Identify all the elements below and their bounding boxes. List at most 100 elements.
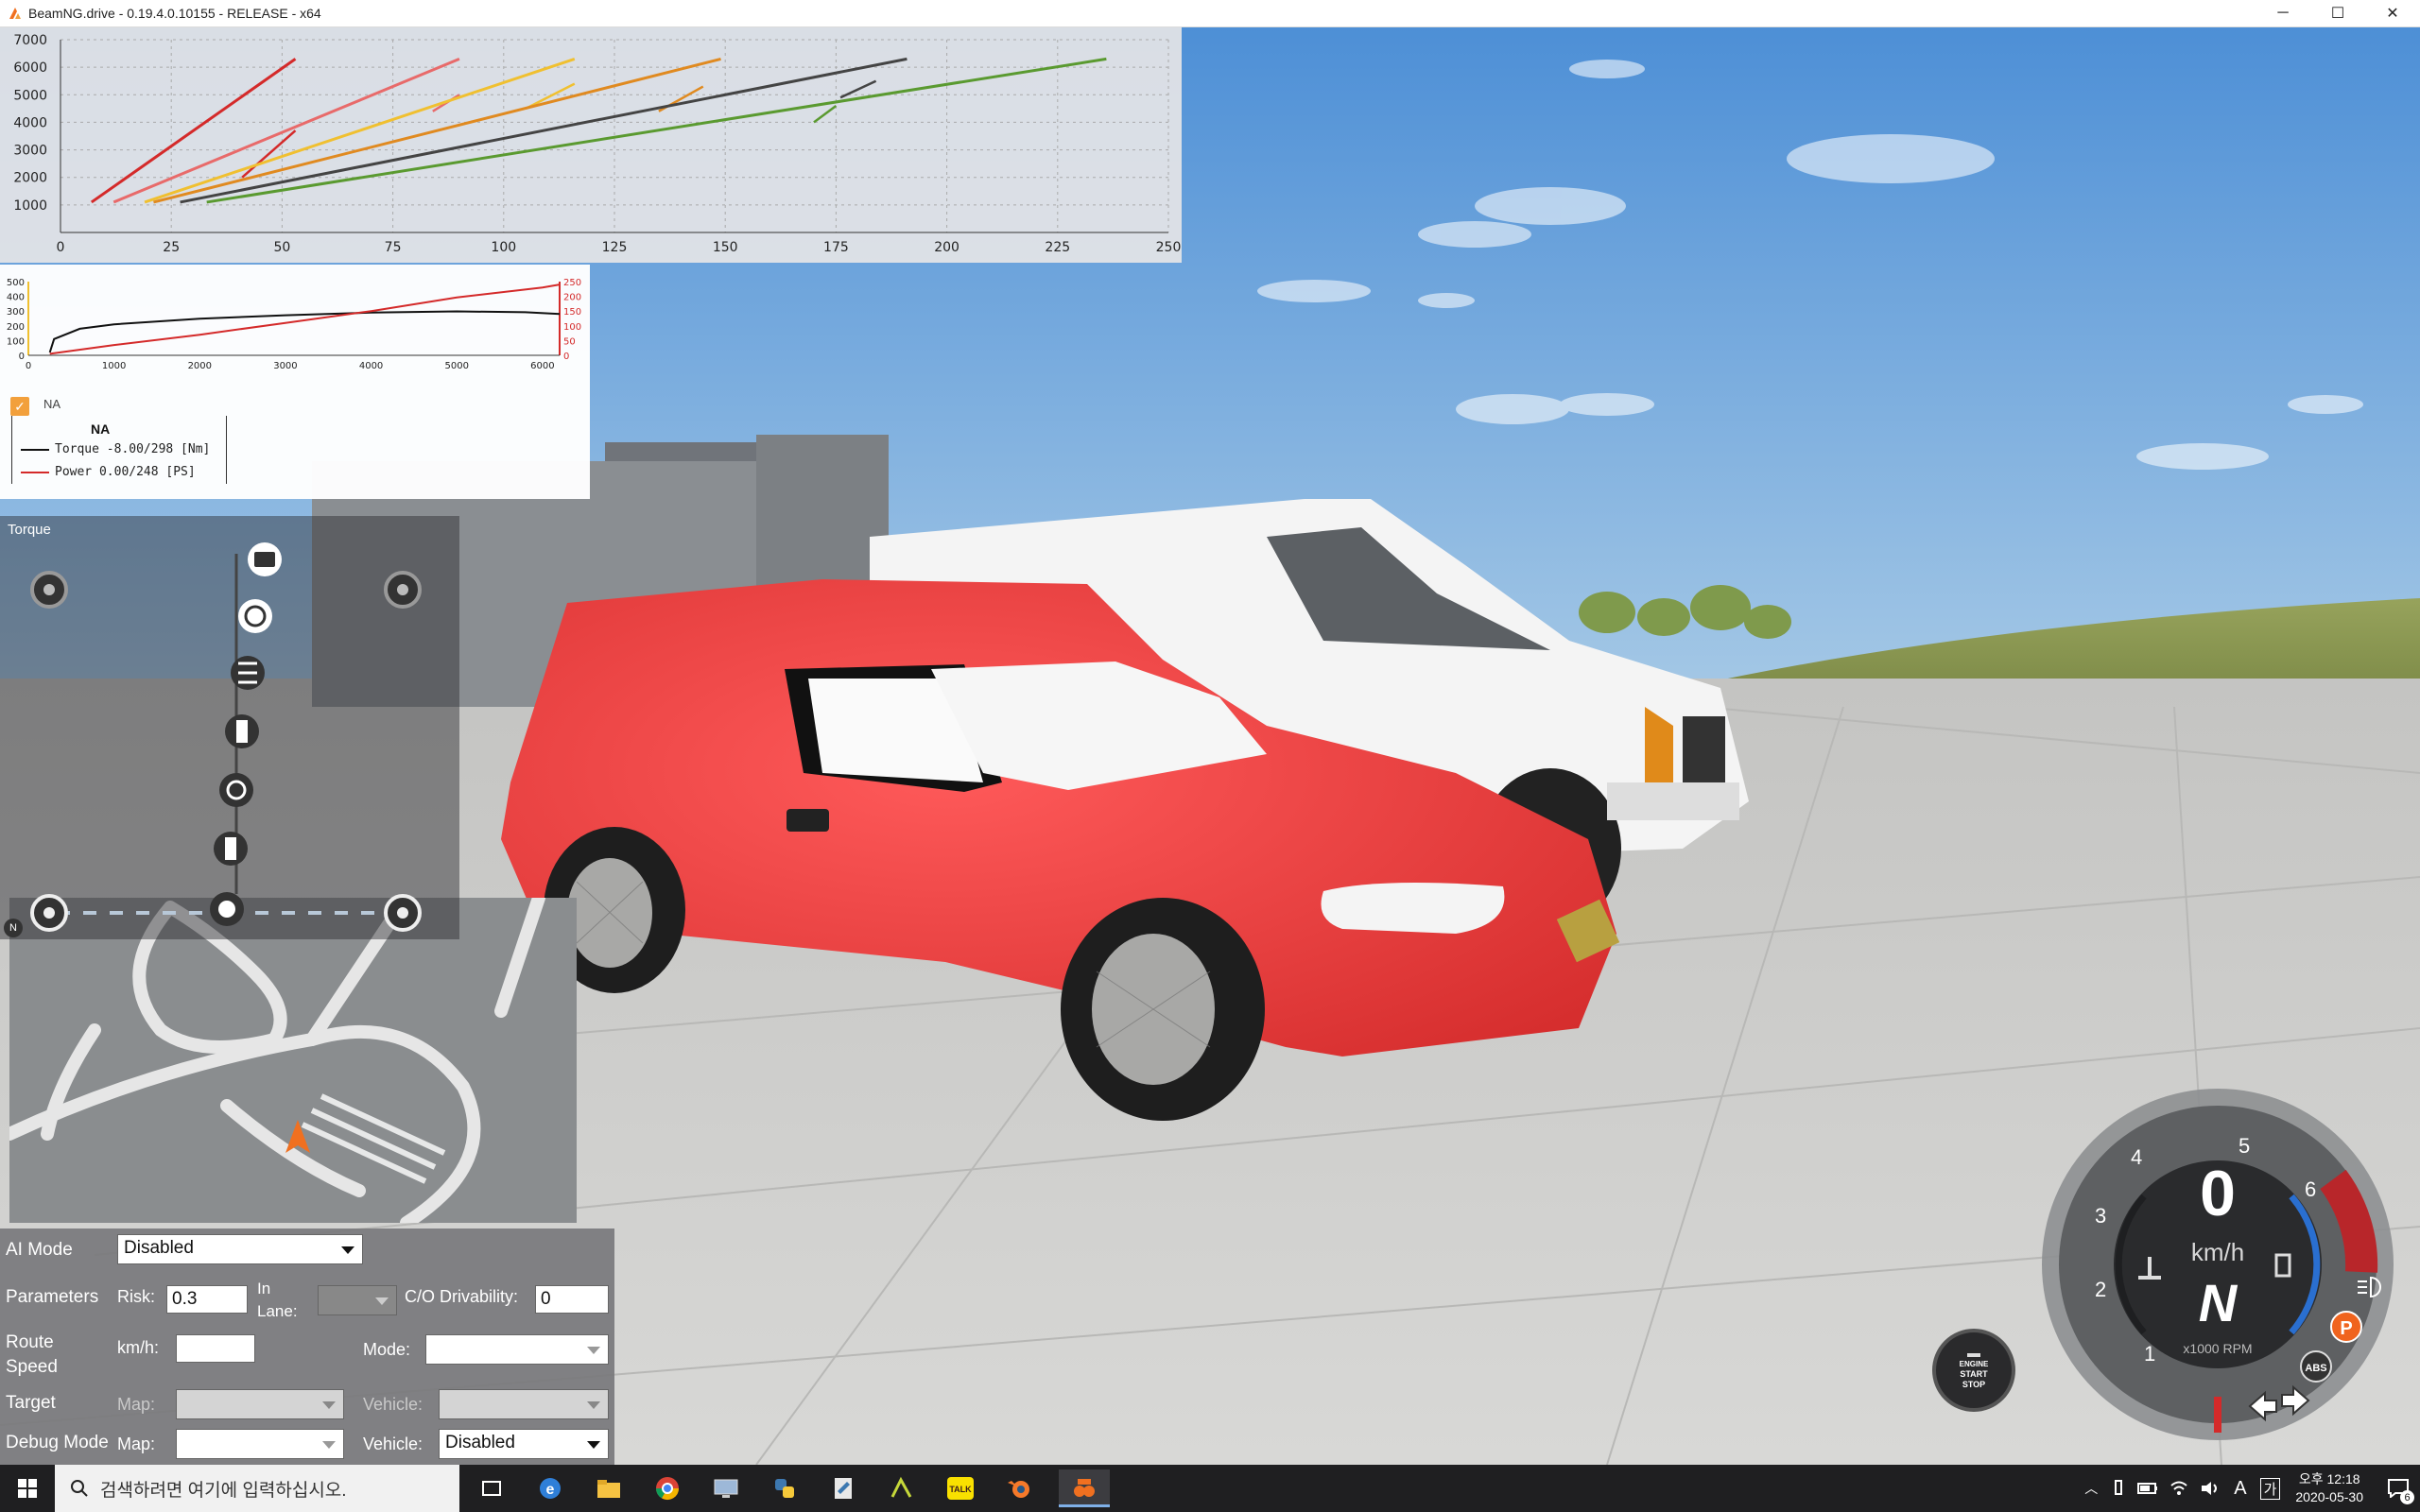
- minimap[interactable]: [9, 898, 577, 1223]
- close-button[interactable]: ✕: [2365, 0, 2420, 26]
- language-indicator[interactable]: 가: [2259, 1477, 2281, 1500]
- x-tick-label: 250: [1156, 240, 1182, 255]
- system-tray: ︿ A 가 오후 12:18 2020-05-30 6: [2077, 1465, 2420, 1512]
- chevron-down-icon: [587, 1441, 600, 1449]
- torque-power-chart: 0 1000 2000 3000 4000 5000 6000500400300200100…: [7, 278, 581, 371]
- minimap-roads: [9, 898, 545, 1223]
- gauge-dial: 1 2 3 4 5 6 0 km/h N x1000 RPM P ABS: [2042, 1089, 2394, 1440]
- torque-legend-text: Torque -8.00/298 [Nm]: [55, 442, 211, 456]
- drivetrain-torque-panel: [0, 516, 459, 939]
- display-app-icon[interactable]: [707, 1469, 745, 1507]
- volume-icon[interactable]: [2200, 1480, 2221, 1497]
- taskbar-clock[interactable]: 오후 12:18 2020-05-30: [2295, 1470, 2363, 1506]
- ai-mode-value: Disabled: [124, 1238, 194, 1258]
- graph-app-icon[interactable]: [883, 1469, 921, 1507]
- x-tick-label: 50: [273, 240, 290, 255]
- rpm-unit: x1000 RPM: [2183, 1341, 2252, 1356]
- driveshaft-icon: [236, 720, 248, 743]
- gear-3-shift-marker: [525, 82, 576, 110]
- na-checkbox[interactable]: ✓: [10, 397, 29, 416]
- ai-control-panel: AI Mode Disabled Parameters Risk: In Lan…: [0, 1228, 614, 1465]
- x-tick-label: 4000: [359, 361, 383, 371]
- search-icon: [71, 1480, 88, 1497]
- target-vehicle-select: [439, 1389, 609, 1419]
- y-tick-label: 7000: [13, 33, 47, 48]
- battery-icon[interactable]: [2137, 1482, 2158, 1495]
- speed-unit: km/h: [2191, 1238, 2244, 1266]
- script-editor-icon[interactable]: [824, 1469, 862, 1507]
- file-explorer-icon[interactable]: [590, 1469, 628, 1507]
- chevron-down-icon: [322, 1401, 336, 1409]
- gear-rpm-chart: 0 25 50 75 100 125 150 175 200 225 250 7000 6000 5000…: [13, 33, 1182, 255]
- y-left-tick-label: 200: [7, 322, 25, 333]
- clock-date: 2020-05-30: [2295, 1489, 2363, 1504]
- in-lane-label-2: Lane:: [257, 1302, 298, 1320]
- search-placeholder: 검색하려면 여기에 입력하십시오.: [100, 1480, 347, 1501]
- ime-mode-indicator[interactable]: A: [2234, 1478, 2246, 1500]
- ai-mode-select[interactable]: Disabled: [117, 1234, 363, 1264]
- co-drivability-input[interactable]: [535, 1285, 609, 1314]
- y-tick-label: 3000: [13, 144, 47, 159]
- gear-6-line: [206, 57, 1107, 204]
- mode-label: Mode:: [363, 1340, 411, 1359]
- chevron-down-icon: [375, 1297, 389, 1305]
- speed-value: 0: [2200, 1158, 2236, 1229]
- task-view-icon[interactable]: [473, 1469, 510, 1507]
- start-button[interactable]: [0, 1465, 55, 1512]
- rear-diff-icon: [218, 901, 235, 918]
- notification-center-button[interactable]: 6: [2377, 1465, 2420, 1512]
- wheel-fr-icon: [384, 571, 422, 609]
- usb-icon[interactable]: [2111, 1479, 2126, 1498]
- chevron-down-icon: [587, 1401, 600, 1409]
- x-tick-label: 5000: [444, 361, 468, 371]
- gear-4-line: [153, 57, 721, 204]
- gear-indicator: N: [2199, 1273, 2238, 1332]
- debug-map-select[interactable]: [176, 1429, 344, 1459]
- wifi-icon[interactable]: [2169, 1480, 2188, 1497]
- gear-1-line: [90, 58, 297, 204]
- y-left-tick-label: 400: [7, 293, 25, 303]
- na-checkbox-label: NA: [43, 397, 61, 411]
- debug-map-label: Map:: [117, 1435, 156, 1453]
- power-legend-text: Power 0.00/248 [PS]: [55, 465, 196, 479]
- co-drivability-label: C/O Drivability:: [405, 1287, 519, 1306]
- y-right-tick-label: 50: [563, 336, 576, 347]
- legend-power: Power 0.00/248 [PS]: [21, 465, 196, 479]
- power-swatch: [21, 471, 49, 473]
- chevron-up-icon[interactable]: ︿: [2084, 1479, 2098, 1498]
- window-title-bar: BeamNG.drive - 0.19.4.0.10155 - RELEASE …: [0, 0, 2420, 27]
- target-vehicle-label: Vehicle:: [363, 1395, 424, 1414]
- minimize-button[interactable]: ─: [2256, 0, 2310, 26]
- y-right-tick-label: 100: [563, 322, 581, 333]
- x-tick-label: 0: [57, 240, 65, 255]
- risk-input[interactable]: [166, 1285, 248, 1314]
- wheel-icons: [30, 571, 422, 932]
- taskbar-search-box[interactable]: 검색하려면 여기에 입력하십시오.: [55, 1465, 459, 1512]
- target-map-label: Map:: [117, 1395, 156, 1414]
- y-tick-label: 4000: [13, 115, 47, 130]
- beamng-taskbar-icon[interactable]: [1059, 1469, 1110, 1507]
- kakaotalk-icon[interactable]: TALK: [942, 1469, 979, 1507]
- speed-rpm-gauge: 1 2 3 4 5 6 0 km/h N x1000 RPM P ABS: [2038, 1085, 2397, 1444]
- python-icon[interactable]: [766, 1469, 804, 1507]
- engine-start-stop-button[interactable]: ENGINE START STOP: [1932, 1329, 2015, 1412]
- chrome-icon[interactable]: [648, 1469, 686, 1507]
- route-speed-input[interactable]: [176, 1334, 255, 1363]
- blender-icon[interactable]: [1000, 1469, 1038, 1507]
- clock-time: 오후 12:18: [2298, 1471, 2360, 1486]
- route-mode-select[interactable]: [425, 1334, 609, 1365]
- beamng-logo-icon: [9, 8, 21, 19]
- in-lane-select[interactable]: [318, 1285, 397, 1315]
- target-label: Target: [6, 1393, 56, 1413]
- x-tick-label: 125: [602, 240, 628, 255]
- edge-browser-icon[interactable]: e: [531, 1469, 569, 1507]
- ai-mode-label: AI Mode: [6, 1240, 73, 1260]
- power-curve: [49, 284, 561, 355]
- debug-mode-label: Debug Mode: [6, 1433, 109, 1452]
- parking-brake-label: P: [2340, 1318, 2352, 1339]
- x-tick-label: 200: [934, 240, 959, 255]
- y-tick-label: 5000: [13, 88, 47, 103]
- x-tick-label: 1000: [102, 361, 126, 371]
- maximize-button[interactable]: ☐: [2310, 0, 2365, 26]
- debug-vehicle-select[interactable]: Disabled: [439, 1429, 609, 1459]
